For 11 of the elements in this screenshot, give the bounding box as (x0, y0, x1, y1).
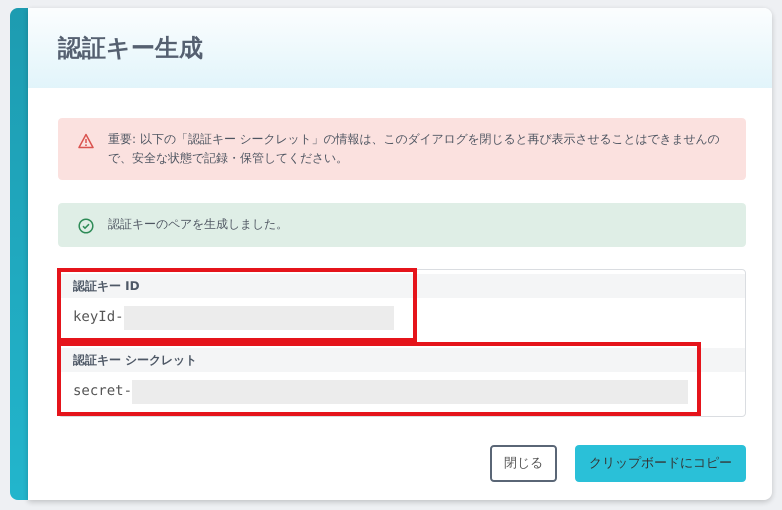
field-value: secret- (73, 382, 132, 402)
check-circle-icon (78, 218, 94, 234)
field-value: keyId- (73, 308, 124, 328)
field-label: 認証キー シークレット (59, 348, 745, 372)
dialog-title: 認証キー生成 (58, 34, 203, 62)
close-button[interactable]: 閉じる (490, 444, 557, 482)
copy-button[interactable]: クリップボードにコピー (575, 444, 746, 482)
warning-icon (78, 133, 94, 149)
alert-text: 重要: 以下の「認証キー シークレット」の情報は、このダイアログを閉じると再び表示させることはできませんので、安全な状態で記録・保管してください。 (108, 131, 721, 168)
alert-text: 認証キーのペアを生成しました。 (108, 216, 288, 234)
field-label: 認証キー ID (59, 274, 745, 298)
